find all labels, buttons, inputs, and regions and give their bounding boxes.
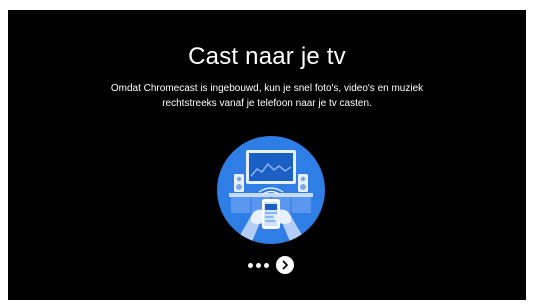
page-dot <box>248 262 253 268</box>
page-dot <box>264 262 269 268</box>
page-description: Omdat Chromecast is ingebouwd, kun je sn… <box>8 81 526 111</box>
chevron-right-icon <box>282 260 288 270</box>
description-line-2: rechtstreeks vanaf je telefoon naar je t… <box>162 98 372 109</box>
setup-screen: Cast naar je tv Omdat Chromecast is inge… <box>8 10 526 300</box>
next-button[interactable] <box>276 256 294 274</box>
page-title: Cast naar je tv <box>188 43 346 70</box>
cast-to-tv-illustration-icon <box>217 136 325 244</box>
description-line-1: Omdat Chromecast is ingebouwd, kun je sn… <box>110 83 424 94</box>
page-dot <box>256 262 261 268</box>
page-indicator <box>248 254 294 276</box>
